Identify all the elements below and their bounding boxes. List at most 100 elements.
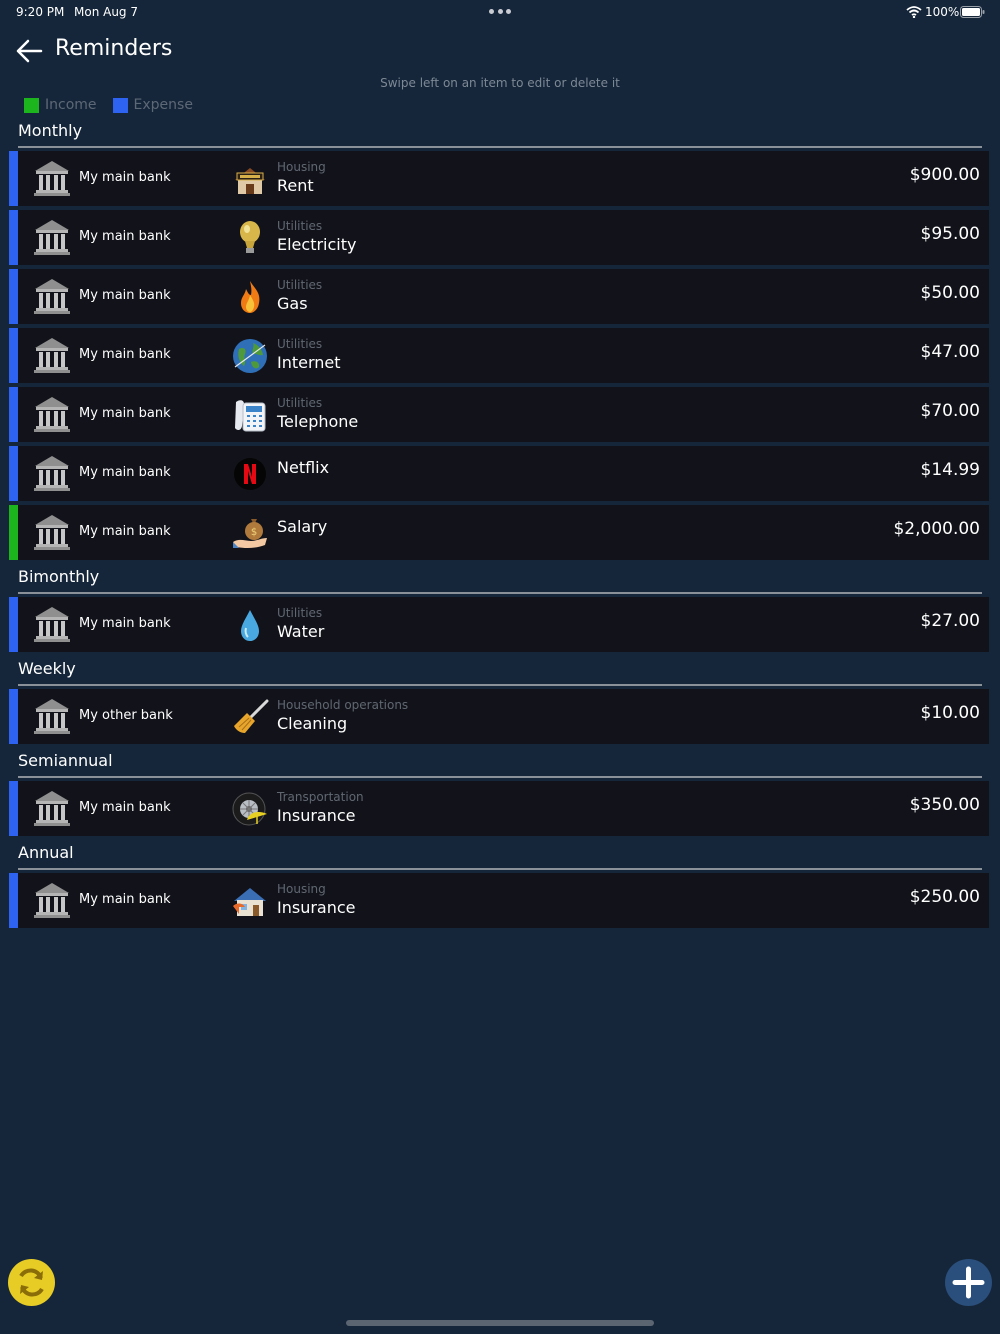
type-stripe <box>9 446 18 501</box>
back-arrow-icon[interactable] <box>14 36 44 66</box>
plus-icon <box>952 1266 985 1299</box>
category-name: Gas <box>277 294 308 313</box>
category-group: Utilities <box>277 337 323 351</box>
section-header-semiannual: Semiannual <box>18 750 982 778</box>
category-group: Utilities <box>277 606 323 620</box>
account-name: My main bank <box>79 170 171 185</box>
category-group: Housing <box>277 882 326 896</box>
type-stripe <box>9 505 18 560</box>
category-name: Rent <box>277 176 314 195</box>
amount: $2,000.00 <box>893 519 980 539</box>
section-title: Weekly <box>18 659 76 678</box>
amount: $95.00 <box>920 224 980 244</box>
reminder-row[interactable]: My main bank Utilities Internet $47.00 <box>9 328 989 383</box>
light-bulb-icon <box>240 221 260 253</box>
category-group: Utilities <box>277 219 323 233</box>
svg-text:$: $ <box>251 527 257 538</box>
reminder-row[interactable]: My main bank Transportation Insurance $3… <box>9 781 989 836</box>
house-for-rent-icon <box>235 168 265 194</box>
sync-icon <box>19 1268 44 1297</box>
account-name: My main bank <box>79 288 171 303</box>
legend-expense-label: Expense <box>133 97 193 113</box>
category-name: Netflix <box>277 458 330 477</box>
amount: $70.00 <box>920 401 980 421</box>
status-bar: 9:20 PM Mon Aug 7 100% <box>0 0 1000 26</box>
bank-icon <box>34 607 70 642</box>
amount: $50.00 <box>920 283 980 303</box>
amount: $14.99 <box>920 460 980 480</box>
reminder-row[interactable]: My main bank Housing Insurance $250.00 <box>9 873 989 928</box>
account-name: My main bank <box>79 465 171 480</box>
amount: $47.00 <box>920 342 980 362</box>
add-button[interactable] <box>945 1259 992 1306</box>
bank-icon <box>34 338 70 373</box>
nav-bar: Reminders <box>0 32 1000 72</box>
reminder-row[interactable]: My main bank Housing Rent $900.00 <box>9 151 989 206</box>
telephone-icon <box>235 400 266 432</box>
bank-icon <box>34 699 70 734</box>
reminder-row[interactable]: My main bank Utilities Gas $50.00 <box>9 269 989 324</box>
bank-icon <box>34 161 70 196</box>
swipe-hint: Swipe left on an item to edit or delete … <box>380 76 620 90</box>
account-name: My other bank <box>79 708 173 723</box>
flame-icon <box>241 281 260 313</box>
type-stripe <box>9 328 18 383</box>
reminder-row[interactable]: My main bank Utilities Telephone $70.00 <box>9 387 989 442</box>
page-title: Reminders <box>55 36 173 61</box>
account-name: My main bank <box>79 406 171 421</box>
category-name: Electricity <box>277 235 357 254</box>
account-name: My main bank <box>79 616 171 631</box>
reminder-row[interactable]: My main bank Utilities Electricity $95.0… <box>9 210 989 265</box>
category-group: Utilities <box>277 278 323 292</box>
legend-income-label: Income <box>45 97 97 113</box>
section-title: Annual <box>18 843 74 862</box>
home-indicator[interactable] <box>346 1320 654 1326</box>
type-stripe <box>9 269 18 324</box>
house-insurance-icon <box>233 888 266 916</box>
netflix-icon <box>234 458 266 490</box>
type-stripe <box>9 151 18 206</box>
type-stripe <box>9 210 18 265</box>
bank-icon <box>34 397 70 432</box>
category-group: Household operations <box>277 698 409 712</box>
type-stripe <box>9 597 18 652</box>
type-stripe <box>9 387 18 442</box>
type-stripe <box>9 689 18 744</box>
section-header-monthly: Monthly <box>18 120 982 148</box>
status-date: Mon Aug 7 <box>74 5 138 19</box>
account-name: My main bank <box>79 800 171 815</box>
account-name: My main bank <box>79 524 171 539</box>
bank-icon <box>34 883 70 918</box>
bank-icon <box>34 456 70 491</box>
battery-percent: 100% <box>925 5 960 19</box>
reminder-row[interactable]: My other bank Household operations Clean… <box>9 689 989 744</box>
category-group: Utilities <box>277 396 323 410</box>
section-title: Semiannual <box>18 751 113 770</box>
amount: $900.00 <box>909 165 980 185</box>
reminder-row[interactable]: My main bank Utilities Water $27.00 <box>9 597 989 652</box>
amount: $10.00 <box>920 703 980 723</box>
amount: $350.00 <box>909 795 980 815</box>
multitasking-dots-icon[interactable] <box>489 9 511 15</box>
amount: $250.00 <box>909 887 980 907</box>
legend: Income Expense <box>24 96 209 114</box>
expense-swatch <box>112 97 128 113</box>
status-time: 9:20 PM <box>16 5 65 19</box>
category-name: Telephone <box>277 412 359 431</box>
broom-icon <box>234 699 269 733</box>
legend-income: Income <box>24 97 97 113</box>
legend-expense: Expense <box>112 97 193 113</box>
bank-icon <box>34 791 70 826</box>
wifi-icon <box>906 6 922 18</box>
battery-icon <box>960 6 985 18</box>
water-drop-icon <box>241 610 259 641</box>
reminder-row[interactable]: My main bank Netflix $14.99 <box>9 446 989 501</box>
car-wheel-umbrella-icon <box>232 792 267 826</box>
sync-button[interactable] <box>8 1259 55 1306</box>
section-title: Bimonthly <box>18 567 100 586</box>
reminder-row[interactable]: My main bank $ Salary $2,000.00 <box>9 505 989 560</box>
account-name: My main bank <box>79 347 171 362</box>
bank-icon <box>34 515 70 550</box>
category-name: Insurance <box>277 898 356 917</box>
account-name: My main bank <box>79 892 171 907</box>
